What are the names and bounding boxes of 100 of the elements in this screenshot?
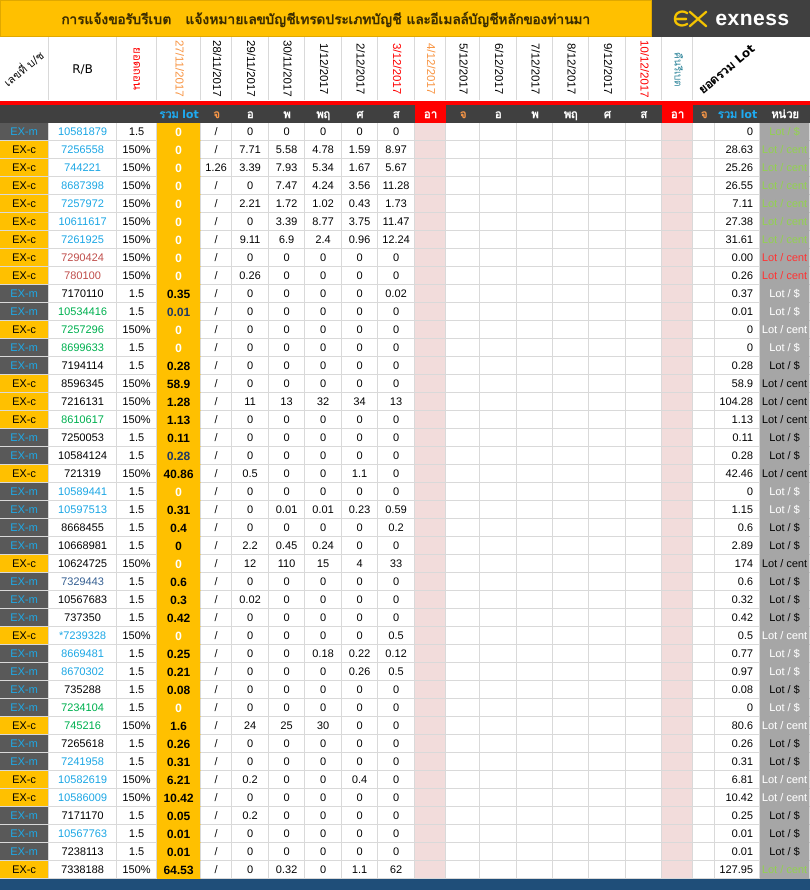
account-number: 7261925	[61, 234, 104, 246]
lot-value: 0	[356, 252, 363, 264]
lot-value: 0	[356, 756, 363, 768]
lot-value: 0	[283, 342, 290, 354]
rebate-value: 0.26	[166, 736, 190, 750]
empty-cell	[589, 591, 626, 609]
unit-cell: Lot / cent	[760, 231, 810, 249]
lot-value: 0.02	[385, 288, 407, 300]
day-header: ศ	[356, 107, 364, 123]
rebate-value: 0.31	[166, 754, 190, 768]
shaded-cell	[662, 447, 693, 465]
account-number: 8687398	[61, 180, 104, 192]
lot-value: 0	[356, 576, 363, 588]
rebate-value: 0	[175, 142, 182, 156]
empty-cell	[589, 249, 626, 267]
date-header: 1/12/2017	[317, 42, 329, 94]
empty-cell	[480, 429, 517, 447]
lot-value: 11	[244, 396, 256, 408]
empty-cell	[589, 321, 626, 339]
account-number: 7329443	[61, 576, 104, 588]
empty-cell	[480, 339, 517, 357]
lot-value: 25	[280, 720, 293, 732]
empty-cell	[480, 195, 517, 213]
day-header: อา	[415, 105, 446, 123]
lot-value: 0	[392, 576, 400, 588]
rebate-value: 0	[175, 196, 182, 210]
empty-cell	[480, 843, 517, 861]
empty-cell	[589, 735, 626, 753]
shaded-cell	[662, 267, 693, 285]
shaded-cell	[662, 411, 693, 429]
lot-value: 0	[283, 450, 290, 462]
rate-text: 1.5	[128, 702, 144, 714]
lot-value: 0	[320, 774, 326, 786]
lot-value: 0	[392, 738, 400, 750]
lot-value: 15	[316, 558, 330, 570]
total-value: 10.42	[725, 792, 753, 804]
lot-value: /	[214, 324, 218, 336]
unit-cell: Lot / $	[760, 447, 810, 465]
lot-value: 8.77	[312, 216, 334, 228]
empty-cell	[589, 555, 626, 573]
shaded-cell	[662, 843, 693, 861]
empty-cell	[553, 591, 589, 609]
lot-value: 7.47	[276, 180, 298, 192]
account-number: *7239328	[58, 630, 106, 642]
empty-cell	[517, 285, 553, 303]
account-number: 8669481	[61, 648, 104, 660]
rebate-value: 0.35	[166, 286, 190, 300]
lot-value: 0	[320, 378, 326, 390]
date-header: 7/12/2017	[528, 42, 540, 94]
empty-cell	[589, 843, 626, 861]
lot-value: 4	[356, 558, 363, 570]
empty-cell	[480, 159, 517, 177]
total-value: 0.77	[732, 648, 753, 660]
lot-value: 0	[320, 306, 326, 318]
lot-value: 0	[392, 324, 400, 336]
lot-value: /	[214, 522, 218, 534]
account-type-cell: EX-c	[0, 393, 49, 411]
empty-cell	[480, 753, 517, 771]
empty-cell	[480, 213, 517, 231]
account-number: 7338188	[61, 864, 104, 876]
lot-value: 0	[392, 270, 400, 282]
unit-cell: Lot / cent	[760, 375, 810, 393]
lot-value: 0	[392, 468, 400, 480]
lot-value: 0	[356, 324, 363, 336]
unit-cell: Lot / cent	[760, 141, 810, 159]
lot-value: 0	[320, 846, 326, 858]
unit-cell: Lot / $	[760, 825, 810, 843]
lot-value: 0	[283, 468, 290, 480]
rebate-value: 0	[175, 484, 182, 498]
account-number: 780100	[64, 270, 101, 282]
empty-cell	[553, 555, 589, 573]
lot-value: 0	[356, 432, 363, 444]
unit-cell: Lot / $	[760, 357, 810, 375]
total-value: 0.01	[732, 306, 753, 318]
account-number: 10597513	[58, 504, 107, 516]
lot-value: 0	[320, 666, 326, 678]
lot-value: 0.01	[276, 504, 298, 516]
empty-cell	[589, 123, 626, 141]
lot-value: 0	[356, 360, 363, 372]
empty-cell	[553, 519, 589, 537]
account-number: 7250053	[61, 432, 104, 444]
shaded-cell	[662, 393, 693, 411]
account-type-cell: EX-c	[0, 159, 49, 177]
empty-cell	[517, 321, 553, 339]
rebate-value: 58.9	[166, 376, 190, 390]
lot-value: 0	[392, 306, 400, 318]
unit-cell: Lot / $	[760, 483, 810, 501]
rebate-value: 0.11	[167, 430, 190, 444]
unit-cell: Lot / cent	[760, 249, 810, 267]
date-header: 3/12/2017	[390, 42, 402, 94]
lot-value: 0	[246, 756, 254, 768]
lot-value: 0	[246, 846, 254, 858]
empty-cell	[517, 375, 553, 393]
unit-cell: Lot / cent	[760, 321, 810, 339]
shaded-cell	[662, 285, 693, 303]
empty-cell	[517, 627, 553, 645]
unit-cell: Lot / $	[760, 609, 810, 627]
account-type-cell: EX-m	[0, 825, 49, 843]
unit-cell: Lot / cent	[760, 267, 810, 285]
empty-cell	[589, 195, 626, 213]
